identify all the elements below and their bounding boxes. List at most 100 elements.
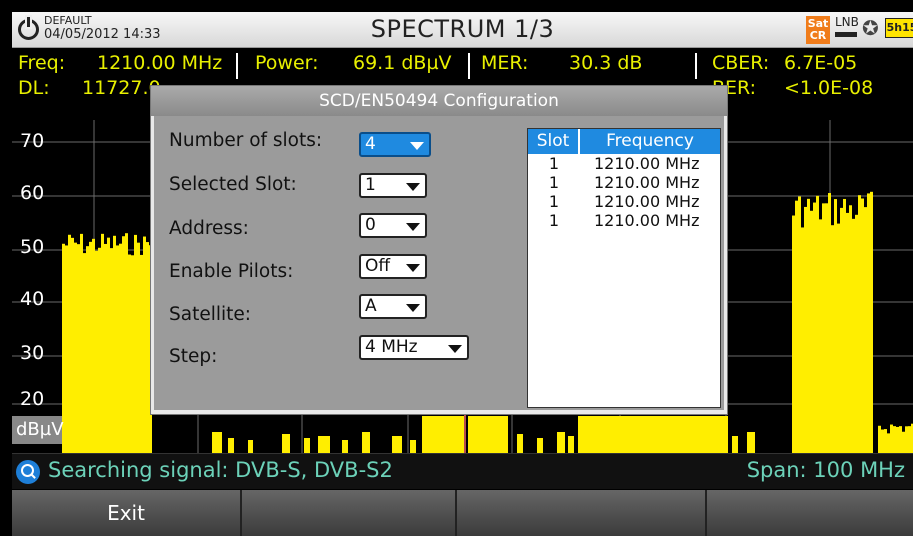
spectrum-bar [128, 254, 131, 453]
spectrum-bar [846, 212, 849, 453]
lnb-label: LNB [835, 15, 859, 29]
span-text: Span: 100 MHz [746, 458, 905, 482]
dialog-title: SCD/EN50494 Configuration [151, 86, 727, 116]
softkey-4[interactable] [707, 490, 913, 536]
spectrum-bar [143, 236, 146, 453]
enable-pilots-select[interactable]: Off [359, 254, 427, 279]
spectrum-bar [810, 210, 813, 453]
frequency-cell: 1210.00 MHz [594, 211, 700, 230]
spectrum-bar [134, 234, 137, 453]
spectrum-bar [140, 254, 143, 453]
selected-slot-value: 1 [365, 175, 376, 195]
cber-value: 6.7E-05 [784, 52, 858, 74]
y-tick-70: 70 [20, 130, 45, 152]
spectrum-bar [798, 196, 801, 453]
address-label: Address: [169, 218, 249, 239]
enable-pilots-label: Enable Pilots: [169, 261, 294, 282]
spectrum-bar [828, 193, 831, 453]
spectrum-bar [125, 233, 128, 453]
title-bar: DEFAULT 04/05/2012 14:33 SPECTRUM 1/3 Sa… [12, 12, 913, 48]
slot-cell: 1 [548, 154, 560, 173]
spectrum-bar [318, 436, 330, 453]
spectrum-bar [537, 438, 543, 453]
spectrum-bar [517, 434, 523, 453]
selected-slot-select[interactable]: 1 [359, 173, 427, 198]
spectrum-bar [342, 440, 348, 453]
enable-pilots-value: Off [365, 256, 391, 276]
chevron-down-icon [406, 183, 420, 191]
spectrum-bar [905, 426, 908, 453]
spectrum-bar [843, 198, 846, 453]
slot-frequency-table: Slot Frequency 1 1210.00 MHz 1 1210.00 M… [527, 128, 721, 408]
satcr-badge: Sat CR [806, 16, 830, 44]
spectrum-bar [890, 424, 893, 453]
spectrum-bar [825, 203, 828, 453]
antenna-icon: ✪ [862, 16, 879, 40]
table-row[interactable]: 1 1210.00 MHz [528, 173, 720, 192]
screen-title: SPECTRUM 1/3 [370, 15, 555, 43]
frequency-cell: 1210.00 MHz [594, 192, 700, 211]
freq-value: 1210.00 MHz [97, 52, 223, 74]
spectrum-bar [80, 233, 83, 453]
spectrum-bar [861, 198, 864, 453]
table-header: Slot Frequency [528, 129, 720, 154]
spectrum-bar [362, 432, 370, 453]
address-select[interactable]: 0 [359, 213, 427, 238]
slot-column-header: Slot [528, 129, 580, 154]
spectrum-bar [822, 203, 825, 453]
slot-cell: 1 [548, 192, 560, 211]
spectrum-bar [77, 244, 80, 453]
spectrum-bar [86, 246, 89, 453]
spectrum-bar [831, 225, 834, 453]
unit-label: dBµV [12, 416, 64, 444]
chevron-down-icon [448, 345, 462, 353]
spectrum-bar [840, 207, 843, 453]
frequency-column-header: Frequency [606, 131, 694, 151]
spectrum-bar [468, 416, 508, 453]
analyzer-screen: DEFAULT 04/05/2012 14:33 SPECTRUM 1/3 Sa… [0, 0, 913, 536]
table-row[interactable]: 1 1210.00 MHz [528, 154, 720, 173]
spectrum-bar [282, 434, 290, 453]
chevron-down-icon [406, 223, 420, 231]
step-select[interactable]: 4 MHz [359, 335, 469, 360]
spectrum-bar [858, 195, 861, 453]
number-of-slots-select[interactable]: 4 [359, 132, 431, 157]
spectrum-bar [578, 416, 728, 453]
chevron-down-icon [410, 142, 424, 150]
number-of-slots-label: Number of slots: [169, 130, 323, 151]
spectrum-bar [801, 227, 804, 453]
spectrum-bar [104, 243, 107, 453]
spectrum-bar [248, 440, 253, 453]
spectrum-bar [83, 253, 86, 453]
spectrum-bar [65, 245, 68, 453]
frequency-cell: 1210.00 MHz [594, 154, 700, 173]
spectrum-bar [896, 426, 899, 453]
spectrum-bar [884, 429, 887, 453]
softkey-2[interactable] [242, 490, 457, 536]
scd-config-dialog: SCD/EN50494 Configuration Number of slot… [150, 85, 728, 415]
spectrum-bar [137, 242, 140, 453]
spectrum-bar [110, 248, 113, 453]
spectrum-bar [813, 202, 816, 453]
spectrum-bar [107, 237, 110, 453]
battery-time-badge: 5h15 [885, 18, 913, 38]
satellite-select[interactable]: A [359, 294, 427, 319]
y-tick-30: 30 [20, 342, 45, 364]
mer-value: 30.3 dB [569, 52, 643, 74]
spectrum-bar [908, 426, 911, 453]
exit-softkey[interactable]: Exit [12, 490, 242, 536]
number-of-slots-value: 4 [365, 134, 376, 154]
table-row[interactable]: 1 1210.00 MHz [528, 211, 720, 230]
table-row[interactable]: 1 1210.00 MHz [528, 192, 720, 211]
spectrum-bar [304, 438, 310, 453]
y-tick-20: 20 [20, 388, 45, 410]
spectrum-bar [878, 425, 881, 453]
spectrum-bar [131, 255, 134, 453]
lnb-indicator [835, 32, 857, 37]
separator [236, 53, 238, 79]
spectrum-bar [834, 199, 837, 453]
spectrum-bar [410, 440, 416, 453]
address-value: 0 [365, 215, 376, 235]
spectrum-bar [870, 191, 873, 453]
softkey-3[interactable] [457, 490, 707, 536]
